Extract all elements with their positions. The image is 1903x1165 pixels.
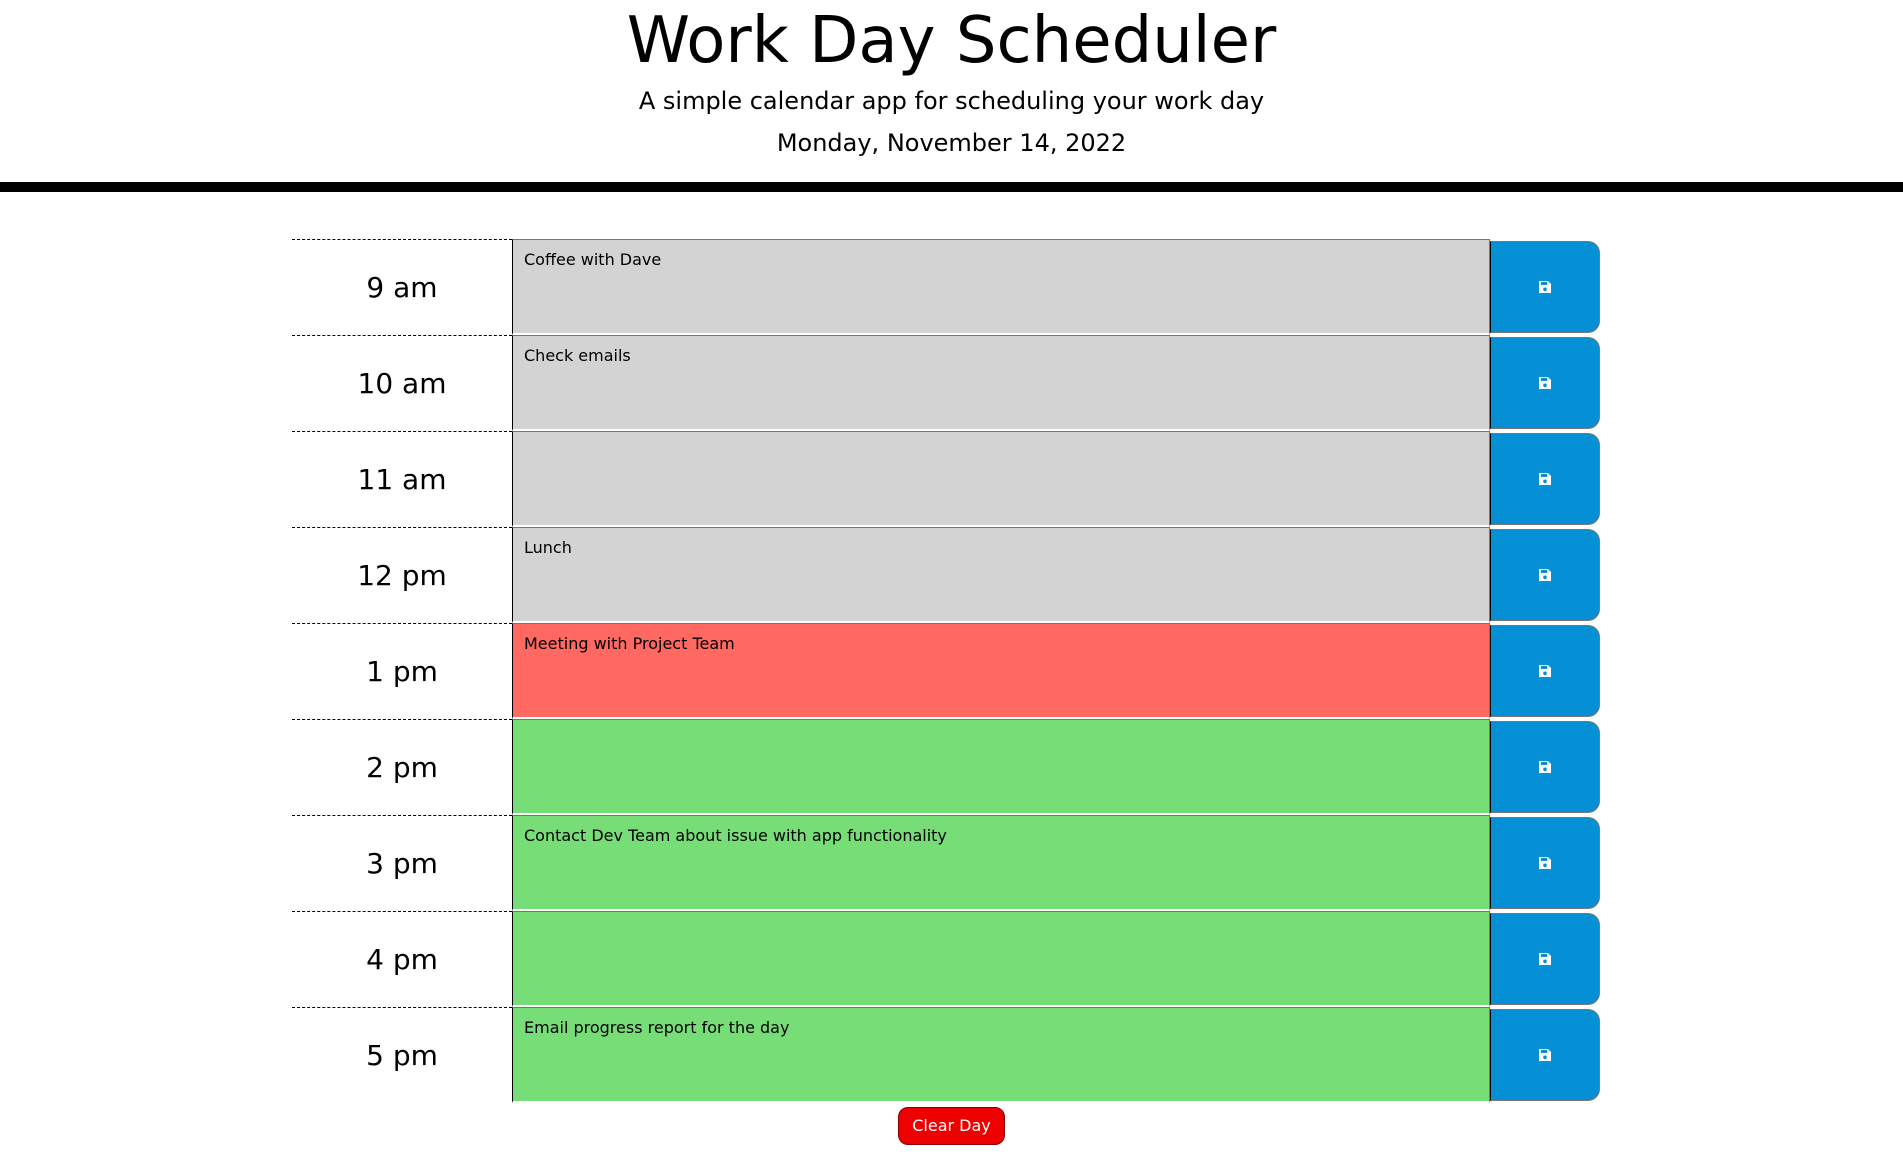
floppy-disk-icon <box>1539 569 1551 581</box>
page-title: Work Day Scheduler <box>626 4 1277 78</box>
time-block-9am: 9 am Coffee with Dave <box>292 239 1612 335</box>
save-button[interactable] <box>1490 817 1600 909</box>
page-header: Work Day Scheduler A simple calendar app… <box>0 0 1903 192</box>
description-input[interactable]: Lunch <box>512 527 1490 623</box>
description-input[interactable] <box>512 911 1490 1007</box>
floppy-disk-icon <box>1539 857 1551 869</box>
floppy-disk-icon <box>1539 761 1551 773</box>
description-input[interactable] <box>512 431 1490 527</box>
hour-label: 12 pm <box>292 527 512 623</box>
floppy-disk-icon <box>1539 665 1551 677</box>
description-input[interactable]: Coffee with Dave <box>512 239 1490 335</box>
description-input[interactable]: Email progress report for the day <box>512 1007 1490 1103</box>
time-block-11am: 11 am <box>292 431 1612 527</box>
floppy-disk-icon <box>1539 953 1551 965</box>
floppy-disk-icon <box>1539 377 1551 389</box>
floppy-disk-icon <box>1539 281 1551 293</box>
description-input[interactable]: Check emails <box>512 335 1490 431</box>
save-button[interactable] <box>1490 241 1600 333</box>
save-button[interactable] <box>1490 529 1600 621</box>
clear-day-wrapper: Clear Day <box>0 1107 1903 1145</box>
clear-day-button[interactable]: Clear Day <box>898 1107 1005 1145</box>
save-button[interactable] <box>1490 913 1600 1005</box>
hour-label: 4 pm <box>292 911 512 1007</box>
save-button[interactable] <box>1490 433 1600 525</box>
hour-label: 1 pm <box>292 623 512 719</box>
schedule-container: 9 am Coffee with Dave 10 am Check emails… <box>292 239 1612 1103</box>
time-block-5pm: 5 pm Email progress report for the day <box>292 1007 1612 1103</box>
description-input[interactable]: Meeting with Project Team <box>512 623 1490 719</box>
time-block-3pm: 3 pm Contact Dev Team about issue with a… <box>292 815 1612 911</box>
time-block-10am: 10 am Check emails <box>292 335 1612 431</box>
time-block-12pm: 12 pm Lunch <box>292 527 1612 623</box>
hour-label: 11 am <box>292 431 512 527</box>
floppy-disk-icon <box>1539 1049 1551 1061</box>
save-button[interactable] <box>1490 337 1600 429</box>
save-button[interactable] <box>1490 625 1600 717</box>
time-block-2pm: 2 pm <box>292 719 1612 815</box>
hour-label: 10 am <box>292 335 512 431</box>
hour-label: 3 pm <box>292 815 512 911</box>
hour-label: 5 pm <box>292 1007 512 1103</box>
hour-label: 2 pm <box>292 719 512 815</box>
time-block-1pm: 1 pm Meeting with Project Team <box>292 623 1612 719</box>
save-button[interactable] <box>1490 721 1600 813</box>
description-input[interactable]: Contact Dev Team about issue with app fu… <box>512 815 1490 911</box>
current-date: Monday, November 14, 2022 <box>776 129 1127 157</box>
description-input[interactable] <box>512 719 1490 815</box>
page-subtitle: A simple calendar app for scheduling you… <box>638 87 1265 115</box>
floppy-disk-icon <box>1539 473 1551 485</box>
save-button[interactable] <box>1490 1009 1600 1101</box>
time-block-4pm: 4 pm <box>292 911 1612 1007</box>
hour-label: 9 am <box>292 239 512 335</box>
